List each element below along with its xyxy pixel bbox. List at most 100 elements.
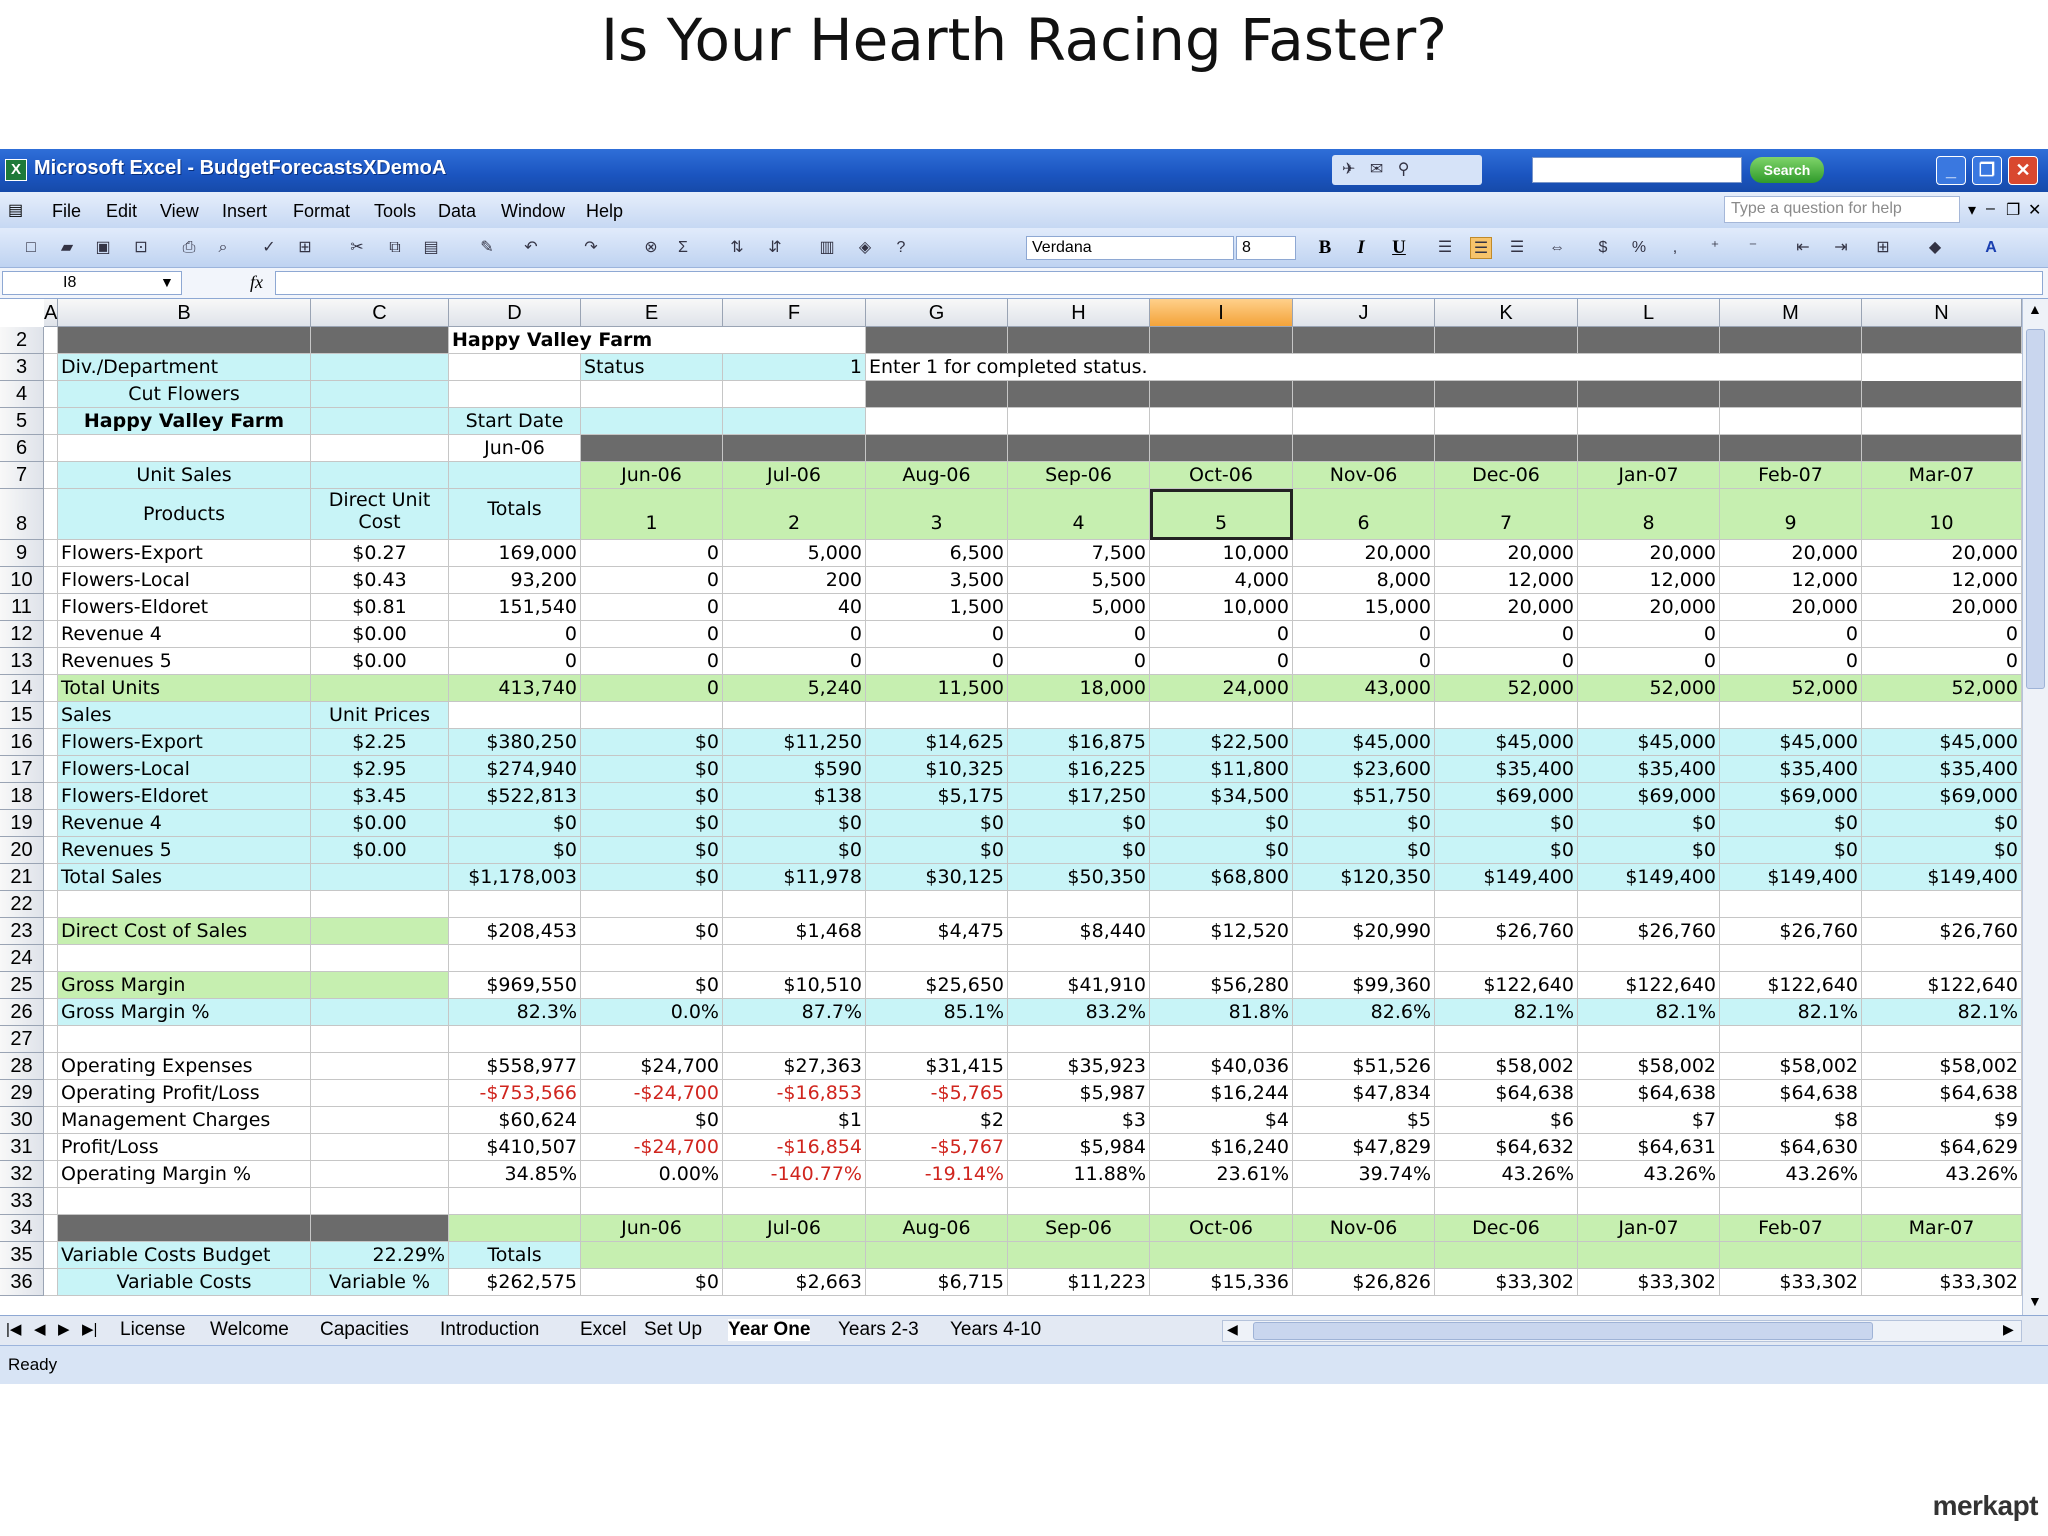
cell-l22[interactable] bbox=[1578, 891, 1720, 918]
value-cell[interactable]: 0 bbox=[723, 648, 866, 675]
row-header[interactable]: 20 bbox=[0, 837, 44, 864]
column-header-d[interactable]: D bbox=[449, 299, 581, 327]
value-cell[interactable]: 20,000 bbox=[1862, 594, 2022, 621]
cell-b35[interactable]: Variable Costs Budget bbox=[58, 1242, 311, 1269]
value-cell[interactable]: $45,000 bbox=[1862, 729, 2022, 756]
cell-c13[interactable]: $0.00 bbox=[311, 648, 449, 675]
cell-d29[interactable]: -$753,566 bbox=[449, 1080, 581, 1107]
cell-f33[interactable] bbox=[723, 1188, 866, 1215]
value-cell[interactable]: 52,000 bbox=[1720, 675, 1862, 702]
cell-a8[interactable] bbox=[44, 489, 58, 540]
cell-c2[interactable] bbox=[311, 327, 449, 354]
month-header[interactable]: Jun-06 bbox=[581, 1215, 723, 1242]
value-cell[interactable]: $35,400 bbox=[1578, 756, 1720, 783]
sheet-tab-introduction[interactable]: Introduction bbox=[440, 1319, 539, 1341]
row-header[interactable]: 29 bbox=[0, 1080, 44, 1107]
value-cell[interactable]: $64,638 bbox=[1435, 1080, 1578, 1107]
value-cell[interactable]: $11,978 bbox=[723, 864, 866, 891]
value-cell[interactable]: $0 bbox=[723, 837, 866, 864]
value-cell[interactable]: $0 bbox=[866, 810, 1008, 837]
cell-d21[interactable]: $1,178,003 bbox=[449, 864, 581, 891]
cell-c22[interactable] bbox=[311, 891, 449, 918]
value-cell[interactable]: 12,000 bbox=[1862, 567, 2022, 594]
cell-f4[interactable] bbox=[723, 381, 866, 408]
cell-a23[interactable] bbox=[44, 918, 58, 945]
person-icon[interactable]: ⚲ bbox=[1398, 159, 1410, 179]
cell-n27[interactable] bbox=[1862, 1026, 2022, 1053]
row-header[interactable]: 33 bbox=[0, 1188, 44, 1215]
menu-file[interactable]: File bbox=[52, 201, 81, 222]
horizontal-scroll-thumb[interactable] bbox=[1253, 1322, 1873, 1340]
cell-f3[interactable]: 1 bbox=[723, 354, 866, 381]
cell-e4[interactable] bbox=[581, 381, 723, 408]
value-cell[interactable]: $33,302 bbox=[1435, 1269, 1578, 1296]
value-cell[interactable]: 0 bbox=[581, 675, 723, 702]
cell-d11[interactable]: 151,540 bbox=[449, 594, 581, 621]
spelling-icon[interactable]: ✓ bbox=[258, 237, 280, 259]
month-header[interactable]: Nov-06 bbox=[1293, 1215, 1435, 1242]
scroll-left-icon[interactable]: ◀ bbox=[1227, 1321, 1238, 1338]
cell-d31[interactable]: $410,507 bbox=[449, 1134, 581, 1161]
value-cell[interactable]: $2,663 bbox=[723, 1269, 866, 1296]
value-cell[interactable]: $34,500 bbox=[1150, 783, 1293, 810]
row-header[interactable]: 31 bbox=[0, 1134, 44, 1161]
value-cell[interactable]: $6 bbox=[1435, 1107, 1578, 1134]
cell-c27[interactable] bbox=[311, 1026, 449, 1053]
cell-d32[interactable]: 34.85% bbox=[449, 1161, 581, 1188]
value-cell[interactable]: 1,500 bbox=[866, 594, 1008, 621]
print-preview-icon[interactable]: ⌕ bbox=[212, 237, 234, 259]
column-header-n[interactable]: N bbox=[1862, 299, 2022, 327]
value-cell[interactable]: $122,640 bbox=[1862, 972, 2022, 999]
cell-a10[interactable] bbox=[44, 567, 58, 594]
value-cell[interactable]: $69,000 bbox=[1862, 783, 2022, 810]
cell-m24[interactable] bbox=[1720, 945, 1862, 972]
value-cell[interactable]: 200 bbox=[723, 567, 866, 594]
cell-d4[interactable] bbox=[449, 381, 581, 408]
month-header[interactable]: Dec-06 bbox=[1435, 462, 1578, 489]
period-number[interactable]: 9 bbox=[1720, 489, 1862, 540]
cell-n2[interactable] bbox=[1862, 327, 2022, 354]
cell-a25[interactable] bbox=[44, 972, 58, 999]
cell-k35[interactable] bbox=[1435, 1242, 1578, 1269]
cell-c4[interactable] bbox=[311, 381, 449, 408]
value-cell[interactable]: $23,600 bbox=[1293, 756, 1435, 783]
cell-d35[interactable]: Totals bbox=[449, 1242, 581, 1269]
cell-d5[interactable]: Start Date bbox=[449, 408, 581, 435]
month-header[interactable]: Jan-07 bbox=[1578, 1215, 1720, 1242]
month-header[interactable]: Oct-06 bbox=[1150, 462, 1293, 489]
menu-insert[interactable]: Insert bbox=[222, 201, 267, 222]
cell-c11[interactable]: $0.81 bbox=[311, 594, 449, 621]
cell-i6[interactable] bbox=[1150, 435, 1293, 462]
cell-b19[interactable]: Revenue 4 bbox=[58, 810, 311, 837]
cell-b27[interactable] bbox=[58, 1026, 311, 1053]
hyperlink-icon[interactable]: ⊗ bbox=[640, 237, 662, 259]
font-color-icon[interactable]: A bbox=[1980, 237, 2002, 259]
next-sheet-icon[interactable]: ▶ bbox=[58, 1320, 70, 1338]
value-cell[interactable]: 0 bbox=[581, 621, 723, 648]
cell-b34[interactable] bbox=[58, 1215, 311, 1242]
cell-i5[interactable] bbox=[1150, 408, 1293, 435]
sheet-tab-excel[interactable]: Excel bbox=[580, 1319, 626, 1341]
column-header-f[interactable]: F bbox=[723, 299, 866, 327]
search-button[interactable]: Search bbox=[1750, 157, 1824, 183]
cell-a13[interactable] bbox=[44, 648, 58, 675]
value-cell[interactable]: $0 bbox=[1720, 837, 1862, 864]
value-cell[interactable]: 20,000 bbox=[1435, 594, 1578, 621]
cell-b17[interactable]: Flowers-Local bbox=[58, 756, 311, 783]
value-cell[interactable]: $122,640 bbox=[1435, 972, 1578, 999]
value-cell[interactable]: $64,630 bbox=[1720, 1134, 1862, 1161]
sheet-tab-license[interactable]: License bbox=[120, 1319, 186, 1341]
value-cell[interactable]: $149,400 bbox=[1720, 864, 1862, 891]
row-header[interactable]: 18 bbox=[0, 783, 44, 810]
value-cell[interactable]: 11.88% bbox=[1008, 1161, 1150, 1188]
value-cell[interactable]: $120,350 bbox=[1293, 864, 1435, 891]
value-cell[interactable]: $69,000 bbox=[1720, 783, 1862, 810]
column-header-m[interactable]: M bbox=[1720, 299, 1862, 327]
row-header[interactable]: 24 bbox=[0, 945, 44, 972]
value-cell[interactable]: 18,000 bbox=[1008, 675, 1150, 702]
cell-l15[interactable] bbox=[1578, 702, 1720, 729]
value-cell[interactable]: $58,002 bbox=[1435, 1053, 1578, 1080]
cell-m35[interactable] bbox=[1720, 1242, 1862, 1269]
value-cell[interactable]: $26,760 bbox=[1578, 918, 1720, 945]
value-cell[interactable]: $64,629 bbox=[1862, 1134, 2022, 1161]
